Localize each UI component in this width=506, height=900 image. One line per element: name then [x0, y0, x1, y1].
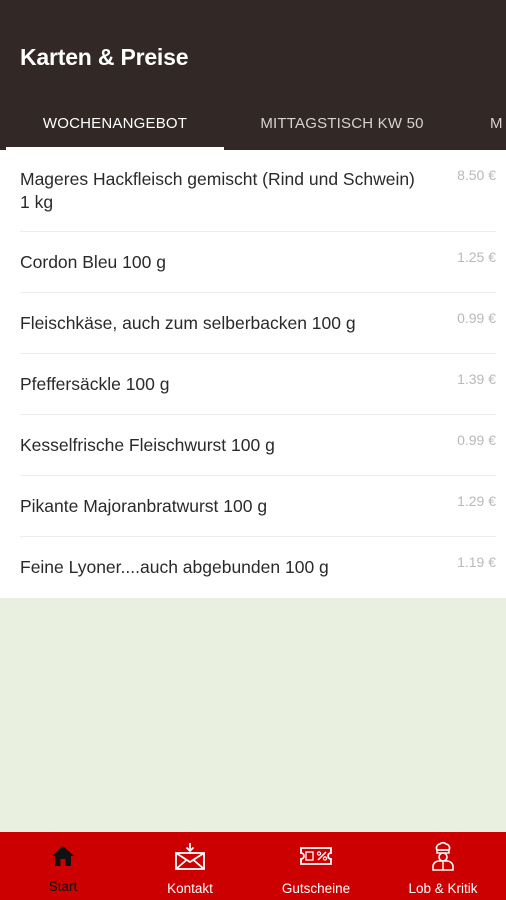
nav-lob-kritik[interactable]: Lob & Kritik	[380, 832, 506, 900]
list-item[interactable]: Fleischkäse, auch zum selberbacken 100 g…	[20, 293, 496, 354]
list-item[interactable]: Pikante Majoranbratwurst 100 g 1.29 €	[20, 476, 496, 537]
list-item[interactable]: Cordon Bleu 100 g 1.25 €	[20, 232, 496, 293]
app-bar: Karten & Preise Wochenangebot Mittagstis…	[0, 0, 506, 150]
nav-label: Lob & Kritik	[408, 881, 478, 896]
list-item[interactable]: Mageres Hackfleisch gemischt (Rind und S…	[20, 150, 496, 232]
item-price: 1.19 €	[457, 554, 496, 570]
item-price: 1.39 €	[457, 371, 496, 387]
tab-bar: Wochenangebot Mittagstisch KW 50 M	[0, 96, 506, 150]
item-name: Fleischkäse, auch zum selberbacken 100 g	[20, 312, 356, 333]
list-item[interactable]: Pfeffersäckle 100 g 1.39 €	[20, 354, 496, 415]
list-item[interactable]: Kesselfrische Fleischwurst 100 g 0.99 €	[20, 415, 496, 476]
list-item[interactable]: Feine Lyoner....auch abgebunden 100 g 1.…	[20, 537, 496, 598]
item-price: 0.99 €	[457, 432, 496, 448]
tab-wochenangebot[interactable]: Wochenangebot	[6, 96, 224, 150]
nav-gutscheine[interactable]: Gutscheine	[253, 832, 379, 900]
item-price: 0.99 €	[457, 310, 496, 326]
item-price: 8.50 €	[457, 167, 496, 183]
item-name: Pfeffersäckle 100 g	[20, 373, 170, 394]
item-name: Pikante Majoranbratwurst 100 g	[20, 495, 268, 516]
bottom-navigation: Start Kontakt Gutscheine Lob & Kritik	[0, 832, 506, 900]
price-list: Mageres Hackfleisch gemischt (Rind und S…	[0, 150, 506, 598]
nav-label: Start	[48, 879, 78, 894]
chef-icon	[429, 841, 457, 871]
item-name: Kesselfrische Fleischwurst 100 g	[20, 434, 275, 455]
item-name: Feine Lyoner....auch abgebunden 100 g	[20, 557, 329, 577]
nav-label: Gutscheine	[281, 881, 351, 896]
item-price: 1.25 €	[457, 249, 496, 265]
nav-start[interactable]: Start	[0, 832, 126, 900]
item-name: Cordon Bleu 100 g	[20, 251, 166, 272]
voucher-icon	[299, 842, 333, 870]
nav-label: Kontakt	[167, 881, 213, 896]
home-icon	[51, 842, 75, 870]
tab-mittagstisch[interactable]: Mittagstisch KW 50	[232, 96, 452, 150]
item-price: 1.29 €	[457, 493, 496, 509]
page-title: Karten & Preise	[20, 44, 189, 70]
tab-partial[interactable]: M	[478, 96, 506, 150]
nav-kontakt[interactable]: Kontakt	[127, 832, 253, 900]
mail-icon	[174, 842, 206, 870]
item-name: Mageres Hackfleisch gemischt (Rind und S…	[20, 168, 415, 212]
